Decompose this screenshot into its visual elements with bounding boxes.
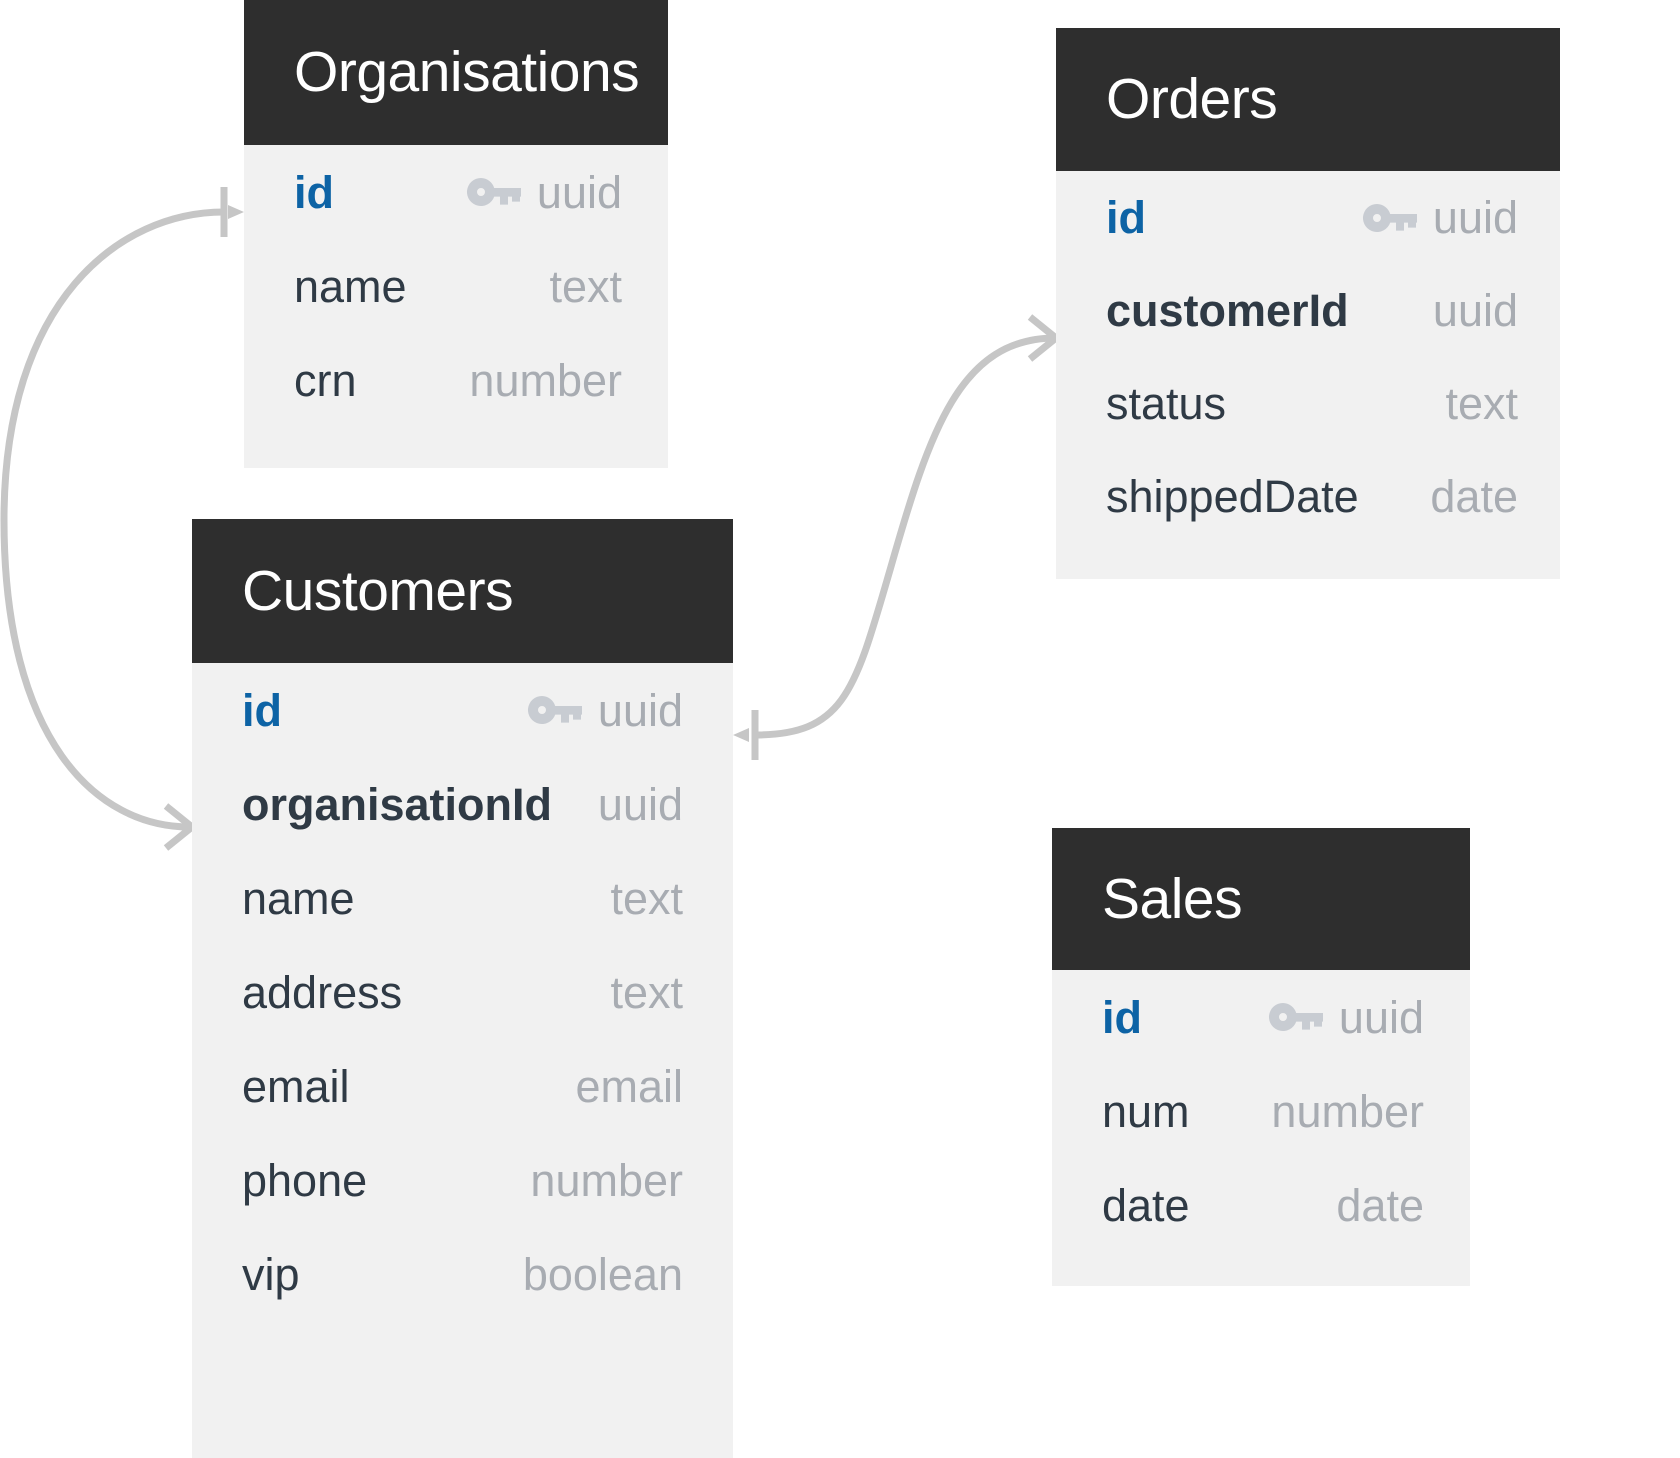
entity-fields-orders: id uuid customerId uuid status text ship… — [1056, 171, 1560, 579]
entity-sales[interactable]: Sales id uuid num number date date — [1052, 828, 1470, 1286]
field-row[interactable]: phone number — [242, 1133, 683, 1227]
field-row[interactable]: id uuid — [242, 663, 683, 757]
entity-fields-organisations: id uuid name text crn number — [244, 145, 668, 468]
field-row[interactable]: id uuid — [1102, 970, 1424, 1064]
entity-orders[interactable]: Orders id uuid customerId uuid status te… — [1056, 28, 1560, 579]
field-row[interactable]: name text — [242, 851, 683, 945]
key-icon — [466, 177, 521, 207]
entity-header-organisations: Organisations — [244, 0, 668, 145]
entity-title: Sales — [1102, 866, 1243, 931]
field-row[interactable]: name text — [294, 239, 622, 333]
field-type: uuid — [1338, 991, 1424, 1043]
field-row[interactable]: crn number — [294, 333, 622, 427]
edge-organisations-customers — [0, 208, 225, 831]
entity-customers[interactable]: Customers id uuid organisationId uuid na… — [192, 519, 733, 1458]
field-type: text — [610, 966, 683, 1018]
field-type: text — [549, 260, 622, 312]
key-icon — [1268, 1002, 1323, 1032]
er-diagram-canvas: Organisations id uuid name text crn numb… — [0, 0, 1680, 1458]
entity-header-customers: Customers — [192, 519, 733, 663]
entity-title: Orders — [1106, 67, 1278, 131]
field-name: name — [242, 872, 355, 924]
entity-fields-customers: id uuid organisationId uuid name text ad… — [192, 663, 733, 1458]
field-name: name — [294, 260, 407, 312]
field-name: id — [242, 684, 282, 736]
field-row[interactable]: customerId uuid — [1106, 264, 1518, 357]
field-row[interactable]: vip boolean — [242, 1227, 683, 1321]
field-type: uuid — [597, 684, 683, 736]
crowsfoot-orders — [1027, 314, 1059, 362]
field-row[interactable]: status text — [1106, 357, 1518, 450]
edge-customers-orders — [754, 334, 1057, 739]
field-name: vip — [242, 1248, 300, 1300]
field-name: customerId — [1106, 285, 1349, 336]
field-name: id — [1106, 192, 1146, 243]
field-type: uuid — [597, 778, 683, 830]
field-name: address — [242, 966, 403, 1018]
entity-organisations[interactable]: Organisations id uuid name text crn numb… — [244, 0, 668, 468]
field-type: number — [469, 354, 622, 406]
field-name: organisationId — [242, 778, 553, 830]
field-type: email — [575, 1060, 683, 1112]
field-row[interactable]: id uuid — [1106, 171, 1518, 264]
field-type: date — [1430, 471, 1518, 522]
field-name: date — [1102, 1179, 1190, 1231]
field-name: id — [294, 166, 334, 218]
field-name: num — [1102, 1085, 1190, 1137]
field-name: crn — [294, 354, 357, 406]
field-row[interactable]: date date — [1102, 1158, 1424, 1252]
entity-header-orders: Orders — [1056, 28, 1560, 171]
field-type: uuid — [1432, 285, 1518, 336]
field-type: text — [1445, 378, 1518, 429]
field-row[interactable]: id uuid — [294, 145, 622, 239]
field-type: boolean — [522, 1248, 683, 1300]
key-icon — [1362, 203, 1417, 233]
field-name: status — [1106, 378, 1227, 429]
entity-title: Customers — [242, 558, 514, 623]
field-row[interactable]: num number — [1102, 1064, 1424, 1158]
field-type: number — [1271, 1085, 1424, 1137]
field-name: phone — [242, 1154, 368, 1206]
key-icon — [527, 695, 582, 725]
field-type: number — [530, 1154, 683, 1206]
field-name: email — [242, 1060, 350, 1112]
edge-tip-organisations — [228, 205, 244, 219]
field-row[interactable]: address text — [242, 945, 683, 1039]
field-name: shippedDate — [1106, 471, 1359, 522]
field-name: id — [1102, 991, 1142, 1043]
entity-title: Organisations — [294, 40, 640, 104]
field-type: date — [1336, 1179, 1424, 1231]
entity-fields-sales: id uuid num number date date — [1052, 970, 1470, 1286]
field-type: uuid — [1432, 192, 1518, 243]
entity-header-sales: Sales — [1052, 828, 1470, 970]
field-row[interactable]: email email — [242, 1039, 683, 1133]
field-row[interactable]: organisationId uuid — [242, 757, 683, 851]
edge-tip-customers — [733, 728, 749, 742]
field-row[interactable]: shippedDate date — [1106, 450, 1518, 543]
field-type: text — [610, 872, 683, 924]
crowsfoot-customers — [163, 803, 195, 851]
field-type: uuid — [536, 166, 622, 218]
